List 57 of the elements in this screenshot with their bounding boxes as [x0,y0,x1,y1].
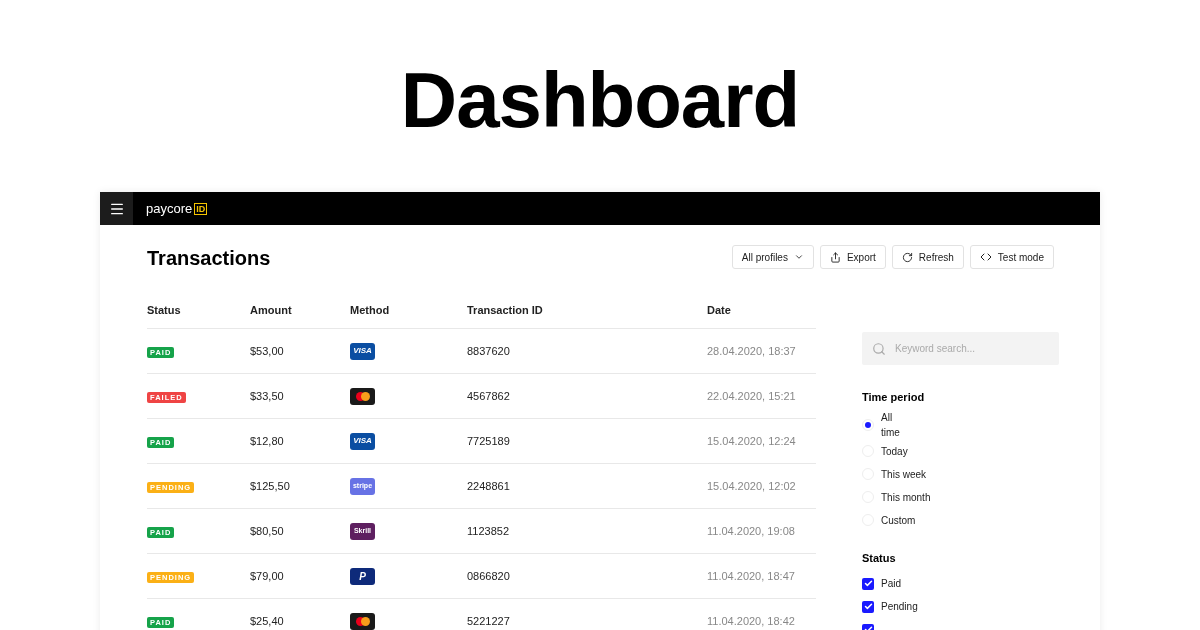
paypal-logo: P [350,567,375,585]
radio-label: This month [881,490,931,505]
column-header: Status [147,303,182,319]
brand-badge: ID [194,202,208,215]
date-cell-text: 11.04.2020, 19:08 [707,523,796,539]
amount-cell-text: $53,00 [250,343,285,359]
page-heading: Dashboard [400,55,800,146]
date-cell-text: 28.04.2020, 18:37 [707,343,797,359]
column-header: Amount [250,303,293,319]
amount-cell-text: $25,40 [250,613,285,629]
amount-cell-text: $80,50 [250,523,285,539]
column-header: Date [707,303,732,319]
filter-title: Time period [862,390,926,405]
column-header: Method [350,303,391,319]
transaction-id-cell-text: 0866820 [467,568,511,584]
toolbar-button[interactable]: Refresh [891,245,964,269]
date-cell-text: 11.04.2020, 18:47 [707,568,796,584]
column-header: Transaction ID [467,303,544,319]
checkbox-label: Paid [881,577,901,591]
amount-cell-text: $33,50 [250,388,285,404]
checkbox[interactable] [862,577,874,590]
code-icon [979,251,992,263]
share-icon [829,251,841,263]
radio-label: This week [881,467,926,482]
transaction-id-cell-text: 2248861 [467,478,511,494]
search-icon [872,342,886,356]
date-cell-text: 22.04.2020, 15:21 [707,388,797,404]
radio-label: Custom [881,513,916,528]
amount-cell-text: $125,50 [250,478,291,494]
date-cell-text: 15.04.2020, 12:24 [707,433,797,449]
radio-label: All time [881,410,901,440]
transaction-id-cell-text: 1123852 [467,523,510,539]
page-title: Transactions [147,246,271,271]
amount-cell-text: $79,00 [250,568,285,584]
refresh-icon [901,251,913,263]
search-field[interactable]: Keyword search... [862,332,1059,365]
checkbox-label: Pending [881,600,918,614]
date-cell-text: 11.04.2020, 18:42 [707,613,796,629]
brand-name: paycore [146,199,193,218]
checkbox[interactable] [862,600,874,613]
profile-dropdown[interactable]: All profiles [731,245,814,269]
chevron-icon [793,252,804,262]
date-cell-text: 15.04.2020, 12:02 [707,478,797,494]
amount-cell-text: $12,80 [250,433,285,449]
filter-title: Status [862,550,897,566]
menu-button[interactable] [100,192,133,225]
visa-logo: VISA [350,432,375,450]
card-logo [350,612,375,630]
toolbar-button[interactable]: Export [819,245,886,269]
transaction-id-cell-text: 8837620 [467,343,511,359]
card-logo [350,387,375,405]
transaction-id-cell-text: 7725189 [467,433,511,449]
visa-logo: VISA [350,342,375,360]
radio-label: Today [881,444,908,459]
transaction-id-cell-text: 5221227 [467,613,511,629]
toolbar-button[interactable]: Test mode [969,245,1054,269]
transaction-id-cell-text: 4567862 [467,388,511,404]
